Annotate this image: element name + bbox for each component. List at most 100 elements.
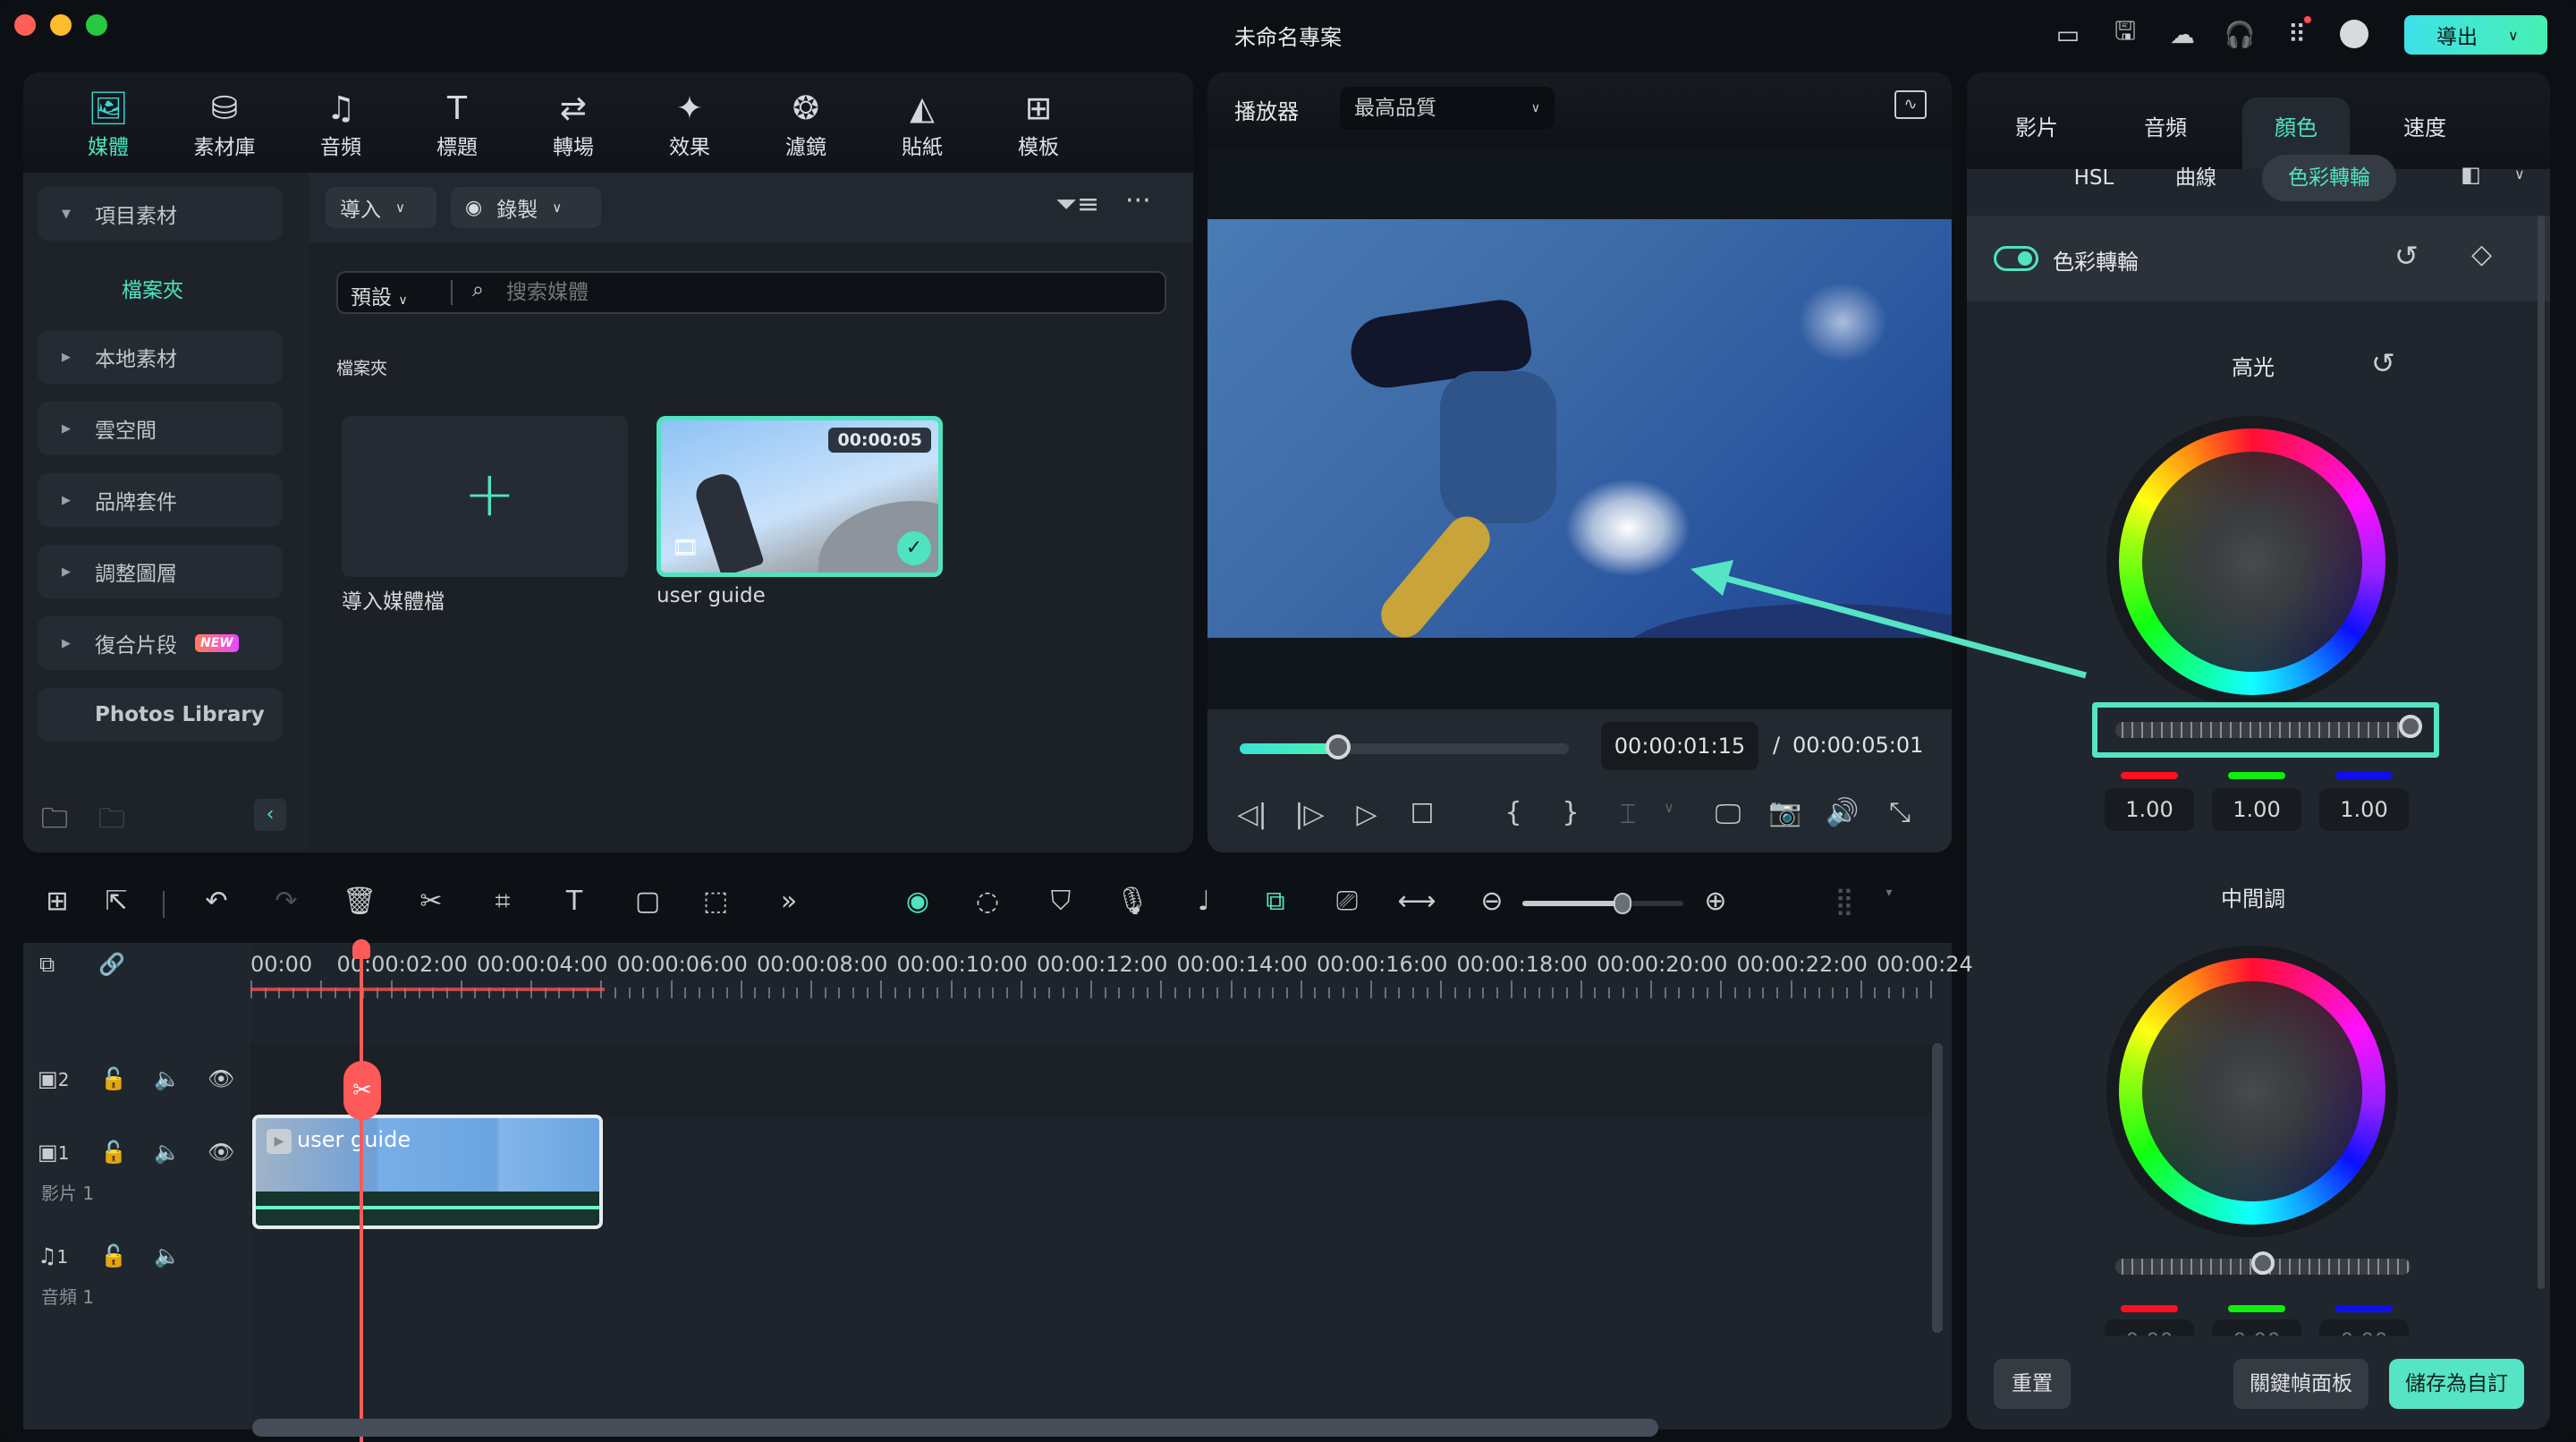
cloud-upload-icon[interactable]: ☁ xyxy=(2168,20,2197,49)
reset-button[interactable]: 重置 xyxy=(1994,1359,2071,1409)
color-wheels-toggle[interactable] xyxy=(1994,246,2038,271)
redo-icon[interactable]: ↷ xyxy=(267,886,306,917)
sidebar-item-photos-library[interactable]: Photos Library xyxy=(38,688,283,742)
ripple-icon[interactable]: ⎚ xyxy=(1327,886,1367,917)
delete-icon[interactable]: 🗑 xyxy=(340,886,379,917)
layout-grid-icon[interactable]: ⊞ xyxy=(38,886,77,917)
zoom-in-icon[interactable]: ⊕ xyxy=(1696,886,1735,917)
split-at-playhead-icon[interactable]: ✂ xyxy=(343,1061,381,1120)
media-tab-filters[interactable]: ❂ 濾鏡 xyxy=(757,89,855,160)
sidebar-item-local[interactable]: ▶ 本地素材 xyxy=(38,330,283,384)
playhead-handle[interactable] xyxy=(352,939,370,959)
mark-out-icon[interactable]: } xyxy=(1553,797,1589,828)
ai-copilot-icon[interactable]: ◉ xyxy=(898,886,937,917)
reset-icon[interactable]: ↺ xyxy=(2394,239,2419,273)
stop-icon[interactable]: ☐ xyxy=(1404,799,1440,830)
volume-icon[interactable]: 🔈 xyxy=(154,1066,181,1091)
subtab-hsl[interactable]: HSL xyxy=(2049,155,2139,201)
chevron-down-icon[interactable]: ▾ xyxy=(1869,886,1909,900)
layout-icon[interactable]: ▭ xyxy=(2054,20,2082,49)
save-custom-button[interactable]: 儲存為自訂 xyxy=(2389,1359,2524,1409)
eye-icon[interactable]: 👁 xyxy=(208,1140,234,1165)
progress-handle[interactable] xyxy=(1326,734,1352,759)
more-options-icon[interactable]: ··· xyxy=(1125,185,1151,216)
mark-in-icon[interactable]: { xyxy=(1496,797,1531,828)
subtab-curves[interactable]: 曲線 xyxy=(2151,155,2241,201)
delete-folder-icon[interactable]: 🗀 xyxy=(98,799,125,844)
sidebar-item-brand-kit[interactable]: ▶ 品牌套件 xyxy=(38,473,283,527)
quality-dropdown[interactable]: 最高品質 ∨ xyxy=(1340,87,1555,130)
lock-icon[interactable]: 🔓 xyxy=(100,1066,127,1091)
zoom-out-icon[interactable]: ⊖ xyxy=(1472,886,1512,917)
volume-icon[interactable]: 🔈 xyxy=(154,1140,181,1165)
scopes-icon[interactable]: ∿ xyxy=(1894,90,1927,119)
slider-handle[interactable] xyxy=(2399,715,2422,738)
lock-icon[interactable]: 🔓 xyxy=(100,1140,127,1165)
undo-icon[interactable]: ↶ xyxy=(197,886,236,917)
export-button[interactable]: 導出 ∨ xyxy=(2404,15,2547,55)
split-icon[interactable]: ✂ xyxy=(411,886,451,917)
track-layout-icon[interactable]: ⣿ xyxy=(1825,886,1864,917)
mask-icon[interactable]: ⬚ xyxy=(696,886,735,917)
blue-value[interactable]: 1.00 xyxy=(2319,788,2409,831)
previous-frame-icon[interactable]: ◁| xyxy=(1234,799,1270,830)
fullscreen-icon[interactable]: ⤡ xyxy=(1882,797,1918,828)
timeline-zoom-handle[interactable] xyxy=(1613,893,1631,914)
microphone-icon[interactable]: 🎙 xyxy=(1113,886,1152,917)
highlights-color-wheel[interactable] xyxy=(2106,416,2398,708)
compare-view-icon[interactable]: ◧ xyxy=(2461,162,2481,187)
insert-clip-icon[interactable]: ⌶ xyxy=(1610,799,1646,830)
sidebar-item-compound-clip[interactable]: ▶ 復合片段 NEW xyxy=(38,616,283,670)
text-icon[interactable]: T xyxy=(555,886,594,917)
filter-icon[interactable]: ⏷≡ xyxy=(1055,189,1099,220)
playhead-line[interactable] xyxy=(360,939,363,1442)
select-tool-icon[interactable]: ⇱ xyxy=(97,886,136,917)
avatar[interactable] xyxy=(2340,20,2368,48)
sort-dropdown[interactable]: 預設 ∨ xyxy=(351,280,408,310)
marker-icon[interactable]: ⛉ xyxy=(1041,886,1080,917)
tab-speed[interactable]: 速度 xyxy=(2371,98,2479,169)
next-frame-icon[interactable]: |▷ xyxy=(1292,799,1327,830)
media-tab-effects[interactable]: ✦ 效果 xyxy=(640,89,739,160)
media-tab-media[interactable]: 🖼 媒體 xyxy=(59,89,157,160)
lock-icon[interactable]: 🔓 xyxy=(100,1243,127,1268)
new-folder-icon[interactable]: 🗀 xyxy=(41,799,68,844)
current-time[interactable]: 00:00:01:15 xyxy=(1601,722,1758,770)
collapse-sidebar-button[interactable]: ‹ xyxy=(254,799,286,831)
media-tab-title[interactable]: T 標題 xyxy=(408,89,506,160)
timeline-clip[interactable]: ▶ user guide xyxy=(252,1115,603,1229)
auto-render-icon[interactable]: ◌ xyxy=(968,886,1007,917)
import-media-tile[interactable]: + xyxy=(342,416,628,577)
sidebar-item-folder[interactable]: 檔案夾 xyxy=(122,273,183,303)
import-dropdown[interactable]: 導入 ∨ xyxy=(326,187,436,228)
shape-icon[interactable]: ▢ xyxy=(628,886,667,917)
highlights-luminance-slider[interactable] xyxy=(2115,722,2411,738)
play-icon[interactable]: ▷ xyxy=(1349,799,1385,830)
display-settings-icon[interactable]: 🖵 xyxy=(1710,799,1746,830)
keyframe-panel-button[interactable]: 關鍵幀面板 xyxy=(2233,1359,2368,1409)
media-tab-music[interactable]: ♫ 音頻 xyxy=(292,89,390,160)
keyframe-icon[interactable]: ◇ xyxy=(2471,239,2492,270)
audio-beat-icon[interactable]: ♩ xyxy=(1184,886,1224,917)
more-tools-icon[interactable]: » xyxy=(769,886,809,917)
midtones-color-wheel[interactable] xyxy=(2106,946,2398,1237)
red-value[interactable]: 1.00 xyxy=(2105,788,2194,831)
crop-icon[interactable]: ⌗ xyxy=(483,886,522,917)
fit-timeline-icon[interactable]: ⟷ xyxy=(1397,886,1436,917)
volume-icon[interactable]: 🔊 xyxy=(1825,797,1860,828)
sidebar-item-project-media[interactable]: ▼ 項目素材 xyxy=(38,187,283,241)
save-icon[interactable]: 🖫 xyxy=(2111,16,2140,48)
headset-icon[interactable]: 🎧 xyxy=(2224,20,2256,49)
apps-icon[interactable]: ⠿ xyxy=(2283,16,2311,49)
add-track-icon[interactable]: ⧉ xyxy=(39,952,55,977)
link-icon[interactable]: 🔗 xyxy=(98,952,125,977)
slider-handle[interactable] xyxy=(2251,1251,2275,1275)
sidebar-item-adjustment-layer[interactable]: ▶ 調整圖層 xyxy=(38,545,283,598)
green-value[interactable]: 1.00 xyxy=(2212,788,2301,831)
media-thumbnail-user-guide[interactable]: 00:00:05 🎞 ✓ xyxy=(657,416,943,577)
media-tab-template[interactable]: ⊞ 模板 xyxy=(989,89,1088,160)
subtab-color-wheels[interactable]: 色彩轉輪 xyxy=(2262,155,2396,201)
chevron-down-icon[interactable]: ∨ xyxy=(1651,799,1687,816)
record-dropdown[interactable]: ◉ 錄製 ∨ xyxy=(451,187,601,228)
sidebar-item-cloud[interactable]: ▶ 雲空間 xyxy=(38,402,283,455)
